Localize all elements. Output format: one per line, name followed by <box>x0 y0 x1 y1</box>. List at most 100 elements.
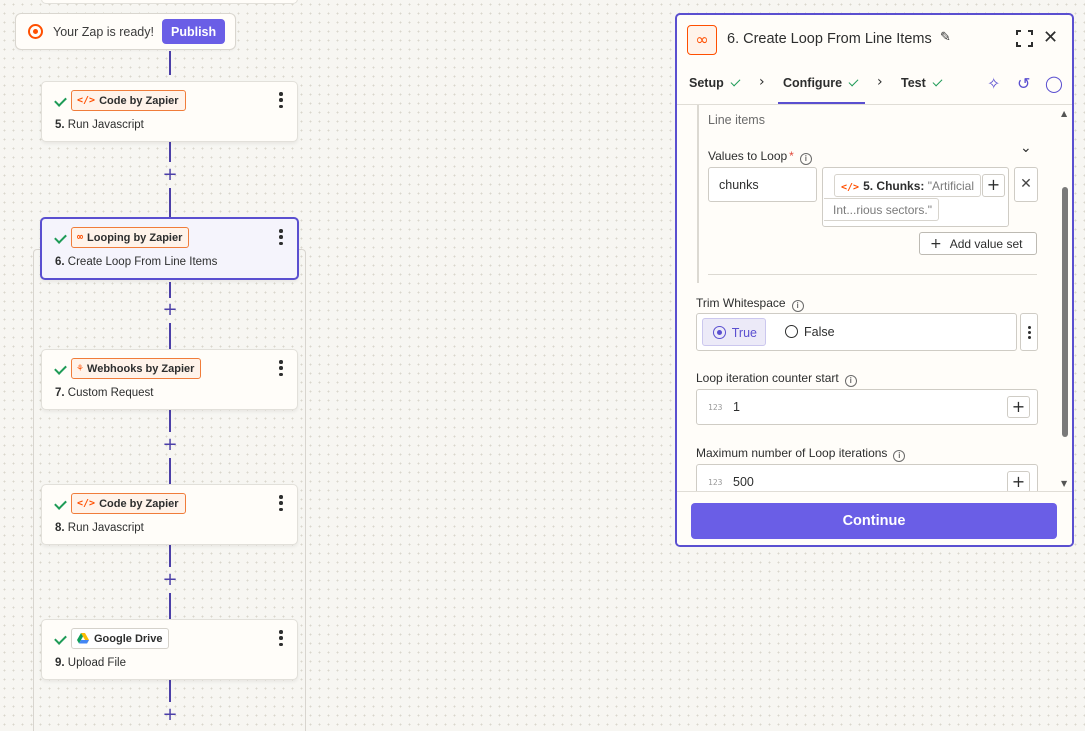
number-type-icon: 123 <box>708 403 723 412</box>
edit-title-icon[interactable]: ✎ <box>940 30 951 45</box>
comment-icon[interactable]: ◯ <box>1045 74 1063 93</box>
add-value-set-button[interactable]: + Add value set <box>919 232 1037 255</box>
step-title: 7. Custom Request <box>55 387 154 399</box>
info-icon: i <box>791 300 804 312</box>
check-icon <box>932 76 943 87</box>
tab-test[interactable]: Test <box>901 76 943 90</box>
history-icon[interactable]: ↺ <box>1017 74 1030 93</box>
app-badge: </> Code by Zapier <box>71 493 186 514</box>
loop-key-input[interactable]: chunks <box>708 167 817 202</box>
step-menu-icon[interactable] <box>279 630 283 646</box>
add-step-button[interactable]: + <box>162 706 178 724</box>
chevron-down-icon[interactable]: ⌄ <box>1020 140 1032 156</box>
app-name: Code by Zapier <box>99 94 179 107</box>
radio-true[interactable]: True <box>702 318 766 346</box>
insert-data-button[interactable]: + <box>1007 396 1030 418</box>
check-icon <box>54 362 67 375</box>
close-icon[interactable]: ✕ <box>1043 27 1058 48</box>
check-icon <box>730 76 741 87</box>
connector-line <box>169 323 171 349</box>
values-to-loop-label: Values to Loop * i <box>708 149 812 165</box>
continue-button[interactable]: Continue <box>691 503 1057 539</box>
step-menu-icon[interactable] <box>279 495 283 511</box>
step-menu-icon[interactable] <box>279 360 283 376</box>
add-step-button[interactable]: + <box>162 301 178 319</box>
field-options-button[interactable] <box>1020 313 1038 351</box>
ai-sparkle-icon[interactable]: ✧ <box>987 74 1000 93</box>
expand-icon[interactable] <box>1016 30 1033 47</box>
chevron-right-icon: › <box>877 74 883 90</box>
check-icon <box>54 632 67 645</box>
panel-title: 6. Create Loop From Line Items <box>727 31 932 47</box>
app-badge: ⚘ Webhooks by Zapier <box>71 358 202 379</box>
connector-line <box>169 142 171 162</box>
info-icon: i <box>799 153 812 165</box>
loop-icon: ∞ <box>77 232 84 243</box>
insert-data-button[interactable]: + <box>1007 471 1030 491</box>
step-card-9[interactable]: Google Drive 9. Upload File <box>41 619 298 680</box>
mapped-field-pill[interactable]: </> 5. Chunks: "Artificial <box>834 174 982 197</box>
step-title: 5. Run Javascript <box>55 119 144 131</box>
add-step-button[interactable]: + <box>162 436 178 454</box>
step-card-5[interactable]: </> Code by Zapier 5. Run Javascript <box>41 81 298 142</box>
webhook-icon: ⚘ <box>77 363 84 374</box>
step-card-6[interactable]: ∞ Looping by Zapier 6. Create Loop From … <box>40 217 299 280</box>
app-badge: </> Code by Zapier <box>71 90 186 111</box>
step-editor-panel: ∞ 6. Create Loop From Line Items ✎ ✕ Set… <box>675 13 1074 547</box>
scroll-down-icon: ▼ <box>1061 479 1068 488</box>
app-badge: Google Drive <box>71 628 170 649</box>
code-icon: </> <box>77 95 96 106</box>
code-icon: </> <box>841 182 860 193</box>
step-card-8[interactable]: </> Code by Zapier 8. Run Javascript <box>41 484 298 545</box>
app-name: Google Drive <box>94 632 163 645</box>
divider <box>708 274 1037 275</box>
info-icon: i <box>844 375 857 387</box>
connector-line <box>169 545 171 567</box>
scroll-up-icon: ▲ <box>1061 109 1068 118</box>
panel-tabs: Setup › Configure › Test ✧ ↺ ◯ <box>677 65 1072 105</box>
tab-setup[interactable]: Setup <box>689 76 741 90</box>
app-name: Code by Zapier <box>99 497 179 510</box>
loop-value-input[interactable]: </> 5. Chunks: "Artificial Int...rious se… <box>822 167 1009 227</box>
code-icon: </> <box>77 498 96 509</box>
insert-data-button[interactable]: + <box>982 174 1005 197</box>
connector-line <box>169 51 171 75</box>
connector-line <box>169 458 171 484</box>
zap-ready-text: Your Zap is ready! <box>53 24 154 39</box>
publish-button[interactable]: Publish <box>161 19 226 44</box>
zap-ready-banner: Your Zap is ready! Publish <box>15 13 236 50</box>
trim-whitespace-radio-group: True False <box>696 313 1017 351</box>
add-step-button[interactable]: + <box>162 166 178 184</box>
scroll-thumb[interactable] <box>1062 187 1068 437</box>
connector-line <box>169 593 171 619</box>
section-label: Line items <box>708 113 765 127</box>
max-iterations-input[interactable]: 123 500 + <box>696 464 1038 491</box>
panel-footer: Continue <box>677 491 1072 545</box>
connector-line <box>169 188 171 218</box>
panel-scrollbar[interactable]: ▲ ▼ <box>1061 107 1069 491</box>
step-menu-icon[interactable] <box>279 92 283 108</box>
radio-false[interactable]: False <box>775 318 843 346</box>
chevron-right-icon: › <box>759 74 765 90</box>
panel-header: ∞ 6. Create Loop From Line Items ✎ ✕ <box>677 15 1072 65</box>
tab-configure[interactable]: Configure <box>783 76 859 90</box>
panel-body[interactable]: Line items ⌄ Values to Loop * i chunks </>… <box>677 105 1072 491</box>
check-icon <box>54 497 67 510</box>
add-step-button[interactable]: + <box>162 571 178 589</box>
connector-line <box>169 410 171 432</box>
counter-start-input[interactable]: 123 1 + <box>696 389 1038 425</box>
previous-step-card[interactable] <box>41 0 298 4</box>
step-title: 8. Run Javascript <box>55 522 144 534</box>
line-items-group-rail <box>697 105 699 283</box>
connector-line <box>169 282 171 298</box>
step-card-7[interactable]: ⚘ Webhooks by Zapier 7. Custom Request <box>41 349 298 410</box>
step-menu-icon[interactable] <box>279 229 283 245</box>
step-title: 9. Upload File <box>55 657 126 669</box>
remove-value-button[interactable]: ✕ <box>1014 167 1038 202</box>
plus-icon: + <box>930 236 942 252</box>
check-icon <box>848 76 859 87</box>
mapped-field-pill-continued[interactable]: Int...rious sectors." <box>824 198 939 221</box>
trim-whitespace-label: Trim Whitespace i <box>696 296 804 312</box>
info-icon: i <box>893 450 906 462</box>
app-name: Looping by Zapier <box>87 231 183 244</box>
